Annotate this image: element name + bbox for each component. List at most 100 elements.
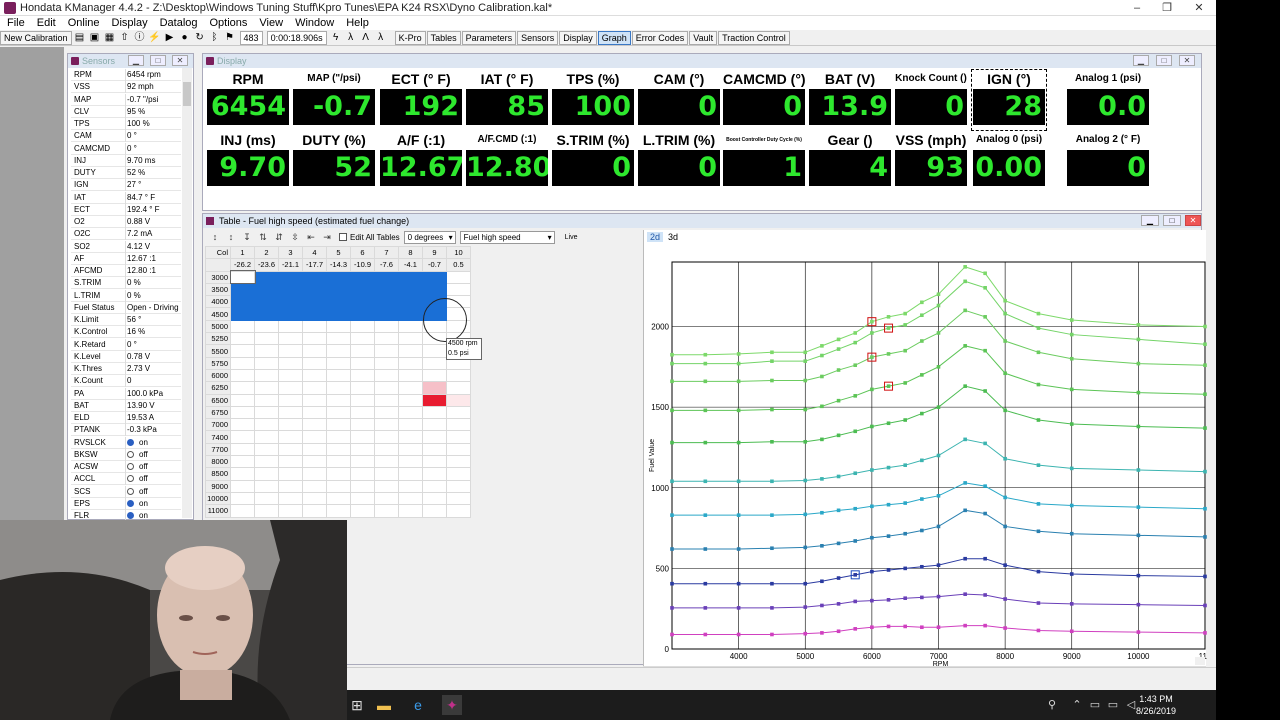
table-cell[interactable] [422,479,447,493]
tray-chevron-icon[interactable]: ⌃ [1067,695,1087,715]
table-cell[interactable] [302,405,327,420]
table-cell[interactable] [254,455,279,469]
edge-browser-icon[interactable]: e [408,695,428,715]
table-cell[interactable] [350,393,375,407]
table-cell[interactable] [398,344,423,358]
table-cell[interactable] [398,332,423,346]
table-cell[interactable] [398,295,423,309]
table-cell[interactable] [422,381,447,395]
sensors-minimize-button[interactable]: ▁ [128,55,144,66]
table-cell[interactable] [446,455,471,469]
table-cell[interactable] [230,430,255,444]
table-cell[interactable] [446,418,471,432]
table-cell[interactable] [254,368,279,383]
table-cell[interactable] [302,282,327,297]
table-cell[interactable] [230,356,255,370]
file-explorer-icon[interactable]: ▬ [374,695,394,715]
table-cell[interactable] [398,307,423,321]
smooth-icon[interactable]: ⇵ [271,232,287,243]
table-cell[interactable] [350,381,375,395]
table-cell[interactable] [350,332,375,346]
table-cell[interactable] [302,356,327,370]
table-cell[interactable] [229,270,256,285]
table-cell[interactable] [326,491,351,506]
gauge[interactable]: DUTY (%) 52 [293,132,375,190]
table-cell[interactable] [302,332,327,346]
table-cell[interactable] [326,356,351,370]
sensors-scrollbar[interactable] [182,68,192,518]
table-cell[interactable] [230,307,255,321]
table-cell[interactable] [254,491,279,506]
table-cell[interactable] [302,442,327,457]
interpolate-icon[interactable]: ⇅ [255,232,271,243]
menu-options[interactable]: Options [205,16,253,30]
table-cell[interactable] [374,319,399,334]
display-button[interactable]: Display [559,30,597,45]
parameters-button[interactable]: Parameters [461,30,517,45]
table-cell[interactable] [278,491,303,506]
table-cell[interactable] [278,307,303,321]
adjust-icon[interactable]: ⇳ [287,232,303,243]
gauge[interactable]: Analog 2 (° F) 0 [1067,132,1149,190]
table-cell[interactable] [374,270,399,284]
table-cell[interactable] [302,381,327,395]
display-minimize-button[interactable]: ▁ [1133,55,1149,66]
table-cell[interactable] [350,356,375,370]
table-cell[interactable] [422,344,447,358]
table-cell[interactable] [230,479,255,493]
table-cell[interactable] [254,356,279,370]
gauge[interactable]: VSS (mph) 93 [895,132,967,190]
table-cell[interactable] [446,504,471,518]
gauge[interactable]: Analog 0 (psi) 0.00 [973,132,1045,190]
table-cell[interactable] [254,332,279,346]
table-cell[interactable] [278,368,303,383]
gauge[interactable]: A/F (:1) 12.67 [380,132,462,190]
gauge[interactable]: Knock Count () 0 [895,71,967,129]
table-cell[interactable] [350,368,375,383]
table-cell[interactable] [374,479,399,493]
table-cell[interactable] [278,381,303,395]
table-cell[interactable] [302,455,327,469]
traction-control-button[interactable]: Traction Control [718,30,790,45]
sensors-button[interactable]: Sensors [517,30,559,45]
table-cell[interactable] [326,368,351,383]
table-cell[interactable] [278,430,303,444]
menu-window[interactable]: Window [290,16,339,30]
table-cell[interactable] [254,270,279,284]
table-cell[interactable] [326,418,351,432]
table-cell[interactable] [350,270,375,284]
table-cell[interactable] [422,504,447,518]
tab-2d[interactable]: 2d [647,232,664,242]
table-cell[interactable] [254,344,279,358]
table-cell[interactable] [278,270,303,284]
kpro-button[interactable]: K-Pro [394,30,426,45]
table-cell[interactable] [350,295,375,309]
table-cell[interactable] [422,270,447,284]
gauge[interactable]: IAT (° F) 85 [466,71,548,129]
vault-button[interactable]: Vault [689,30,718,45]
display-maximize-button[interactable]: □ [1156,55,1172,66]
table-cell[interactable] [230,368,255,383]
table-cell[interactable] [302,319,327,334]
table-cell[interactable] [278,479,303,493]
table-cell[interactable] [398,405,423,420]
table-cell[interactable] [326,442,351,457]
menu-view[interactable]: View [254,16,288,30]
table-cell[interactable] [398,356,423,370]
table-cell[interactable] [422,491,447,506]
table-maximize-button[interactable]: □ [1163,215,1181,226]
table-cell[interactable] [254,405,279,420]
record-icon[interactable]: ● [178,31,192,45]
table-cell[interactable] [350,282,375,297]
table-cell[interactable] [278,295,303,309]
table-cell[interactable] [398,270,423,284]
table-cell[interactable] [446,479,471,493]
table-cell[interactable] [374,295,399,309]
table-cell[interactable] [350,405,375,420]
kmanager-taskbar-icon[interactable]: ✦ [442,695,462,715]
gauge[interactable]: Gear () 4 [809,132,891,190]
table-cell[interactable] [278,467,303,481]
play-icon[interactable]: ▶ [163,31,177,45]
people-icon[interactable]: ⚲ [1042,695,1062,715]
upload-icon[interactable]: ⇧ [118,31,132,45]
